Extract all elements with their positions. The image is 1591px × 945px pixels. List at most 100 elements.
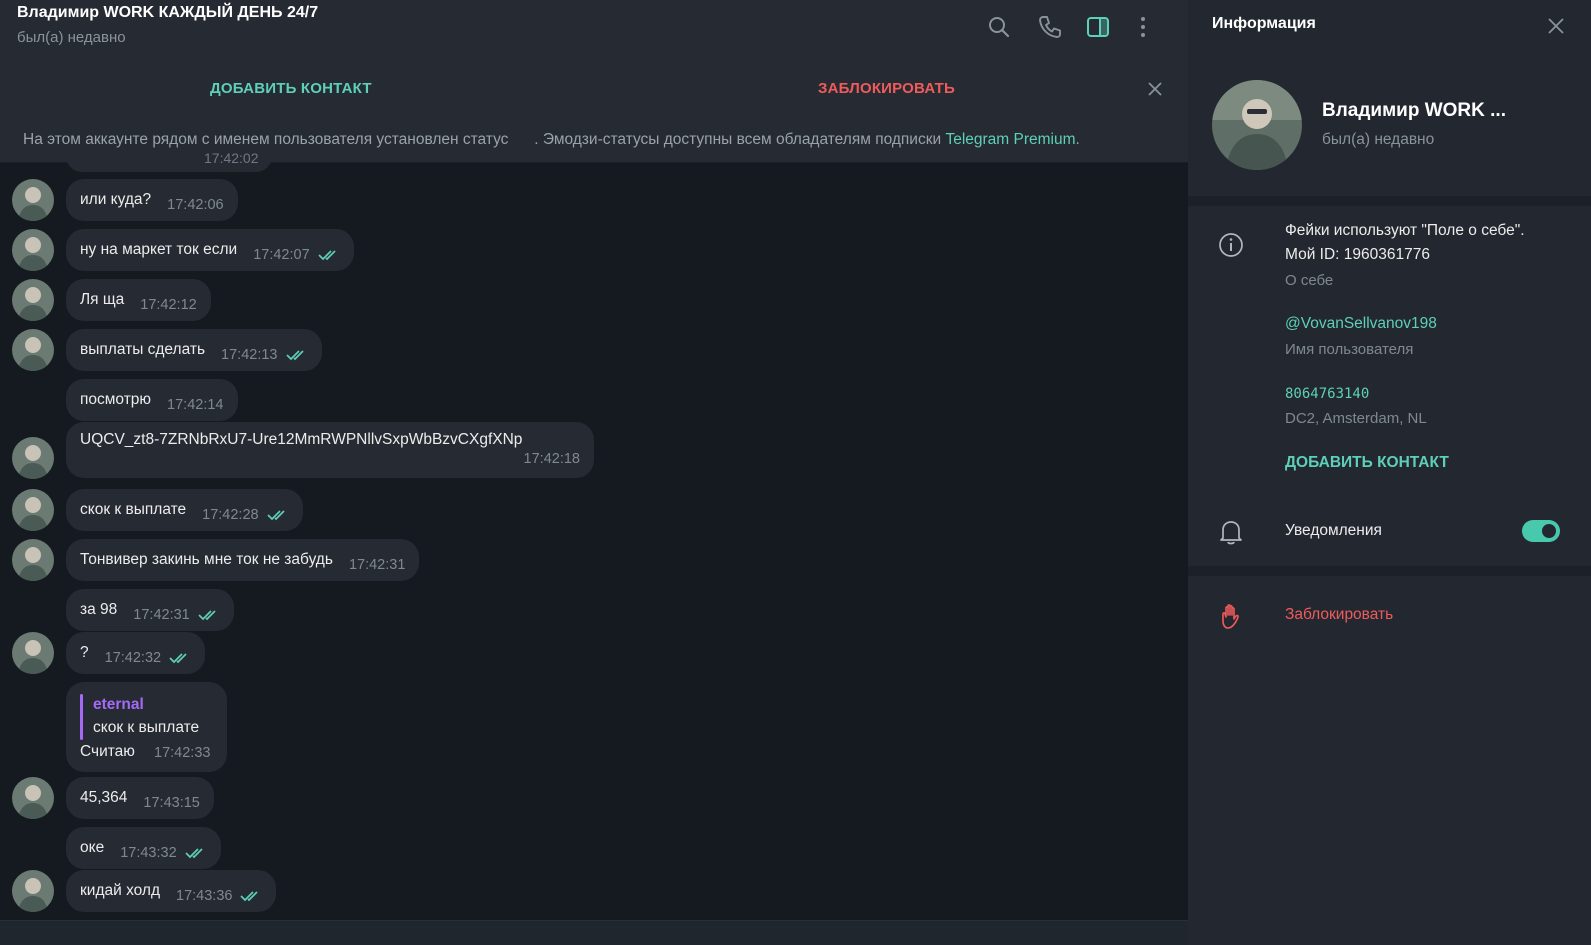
telegram-premium-link[interactable]: Telegram Premium [945, 131, 1075, 148]
avatar[interactable] [12, 229, 54, 271]
message-text: за 98 [80, 601, 118, 618]
add-contact-button[interactable]: ДОБАВИТЬ КОНТАКТ [1285, 454, 1449, 472]
message-text: ? [80, 644, 89, 661]
block-button[interactable]: ЗАБЛОКИРОВАТЬ [818, 80, 955, 97]
double-check-icon [198, 610, 216, 621]
message-text: ну на маркет ток если [80, 241, 238, 258]
message-bubble[interactable]: посмотрю 17:42:14 [66, 379, 238, 421]
chat-title[interactable]: Владимир WORK КАЖДЫЙ ДЕНЬ 24/7 [17, 4, 318, 22]
message-text: 45,364 [80, 789, 128, 806]
message-time: 17:42:31 [348, 557, 406, 573]
close-icon[interactable] [1146, 80, 1164, 98]
message-bubble-partial: 17:42:02 [66, 148, 272, 172]
message-bubble[interactable]: ? 17:42:32 [66, 632, 206, 674]
message-time: 17:42:33 [154, 745, 211, 761]
sidebar-toggle-icon[interactable] [1085, 14, 1111, 40]
toggle-knob [1542, 524, 1556, 538]
message-text: выплаты сделать [80, 341, 206, 358]
block-user-button[interactable]: Заблокировать [1285, 606, 1393, 624]
avatar[interactable] [12, 539, 54, 581]
message-bubble[interactable]: eternal скок к выплате Считаю 17:42:33 [66, 682, 227, 772]
chat-status: был(а) недавно [17, 29, 126, 46]
notice-text-before: На этом аккаунте рядом с именем пользова… [23, 131, 509, 148]
panel-title: Информация [1212, 15, 1316, 32]
search-icon[interactable] [986, 14, 1012, 40]
reply-text[interactable]: скок к выплате [93, 719, 199, 737]
message-time: 17:42:06 [167, 197, 224, 213]
message-text: UQCV_zt8-7ZRNbRxU7-Ure12MmRWPNllvSxpWbBz… [80, 431, 523, 448]
block-hand-icon [1222, 604, 1239, 629]
message-text: Считаю [80, 743, 135, 760]
avatar[interactable] [12, 329, 54, 371]
avatar[interactable] [12, 777, 54, 819]
message-bubble[interactable]: 45,364 17:43:15 [66, 777, 214, 819]
message-time: 17:42:07 [253, 247, 310, 263]
message-time: 17:43:15 [143, 795, 200, 811]
message-bubble[interactable]: за 98 17:42:31 [66, 589, 234, 631]
more-options-icon[interactable] [1130, 14, 1156, 40]
message-time: 17:43:36 [176, 888, 233, 904]
username-label: Имя пользователя [1285, 341, 1414, 358]
profile-status: был(а) недавно [1322, 131, 1435, 148]
avatar[interactable] [12, 489, 54, 531]
message-time: 17:42:14 [167, 397, 224, 413]
avatar[interactable] [12, 632, 54, 674]
username-link[interactable]: @VovanSellvanov198 [1285, 315, 1437, 333]
message-text: оке [80, 839, 105, 856]
message-text: посмотрю [80, 391, 152, 408]
chat-bottom-bar [0, 920, 1188, 945]
message-time: 17:42:18 [523, 451, 580, 467]
double-check-icon [318, 250, 336, 261]
message-text: Ля ща [80, 291, 125, 308]
message-bubble[interactable]: кидай холд 17:43:36 [66, 870, 277, 912]
message-text: скок к выплате [80, 501, 187, 518]
message-bubble[interactable]: скок к выплате 17:42:28 [66, 489, 303, 531]
notifications-label: Уведомления [1285, 522, 1382, 539]
notice-end: . [1075, 131, 1080, 148]
datacenter-label: DC2, Amsterdam, NL [1285, 410, 1427, 427]
message-time: 17:42:31 [133, 607, 190, 623]
notice-text: На этом аккаунте рядом с именем пользова… [23, 131, 1080, 149]
message-bubble[interactable]: ну на маркет ток если 17:42:07 [66, 229, 354, 271]
message-bubble[interactable]: Ля ща 17:42:12 [66, 279, 211, 321]
bio-line-1[interactable]: Фейки используют "Поле о себе". [1285, 222, 1525, 240]
message-bubble[interactable]: оке 17:43:32 [66, 827, 221, 869]
message-bubble[interactable]: или куда? 17:42:06 [66, 179, 238, 221]
reply-bar [80, 694, 83, 740]
message-time: 17:42:28 [202, 507, 259, 523]
reply-author[interactable]: eternal [93, 696, 144, 714]
bio-label: О себе [1285, 272, 1334, 289]
close-icon[interactable] [1545, 15, 1567, 37]
notifications-toggle[interactable] [1522, 520, 1560, 542]
message-bubble[interactable]: UQCV_zt8-7ZRNbRxU7-Ure12MmRWPNllvSxpWbBz… [66, 422, 594, 478]
phone-icon[interactable] [1037, 14, 1063, 40]
bell-icon [1220, 521, 1242, 545]
message-bubble[interactable]: Тонвивер закинь мне ток не забудь 17:42:… [66, 539, 420, 581]
user-id[interactable]: 8064763140 [1285, 386, 1369, 402]
message-time: 17:42:12 [140, 297, 197, 313]
message-bubble[interactable]: выплаты сделать 17:42:13 [66, 329, 322, 371]
message-text: или куда? [80, 191, 152, 208]
profile-name: Владимир WORK ... [1322, 100, 1506, 121]
message-text: Тонвивер закинь мне ток не забудь [80, 551, 333, 568]
bio-line-2[interactable]: Мой ID: 1960361776 [1285, 246, 1430, 264]
double-check-icon [266, 510, 285, 521]
avatar[interactable] [12, 870, 54, 912]
message-time: 17:42:02 [204, 150, 259, 166]
notice-text-after: . Эмодзи-статусы доступны всем обладател… [534, 131, 942, 148]
profile-info-panel: Информация Владимир WORK ... был(а) неда… [1188, 0, 1591, 945]
divider [1188, 196, 1591, 206]
avatar[interactable] [12, 179, 54, 221]
add-contact-button[interactable]: ДОБАВИТЬ КОНТАКТ [210, 80, 372, 97]
message-time: 17:42:13 [221, 347, 278, 363]
avatar[interactable] [12, 437, 54, 479]
double-check-icon [169, 653, 187, 664]
chat-header[interactable]: Владимир WORK КАЖДЫЙ ДЕНЬ 24/7 был(а) не… [0, 0, 1188, 62]
profile-avatar[interactable] [1212, 80, 1302, 170]
divider [1188, 566, 1591, 576]
avatar[interactable] [12, 279, 54, 321]
message-text: кидай холд [80, 882, 161, 899]
message-time: 17:43:32 [120, 845, 177, 861]
contact-action-bar: ДОБАВИТЬ КОНТАКТ ЗАБЛОКИРОВАТЬ [0, 62, 1188, 118]
message-time: 17:42:32 [104, 650, 162, 666]
